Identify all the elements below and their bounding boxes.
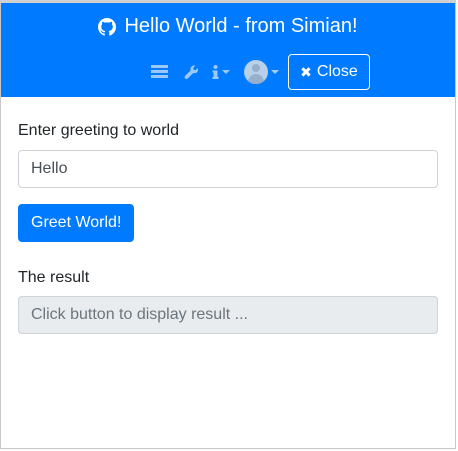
greeting-label: Enter greeting to world	[18, 122, 179, 139]
user-menu[interactable]	[242, 53, 280, 91]
close-label: Close	[316, 63, 358, 80]
list-icon[interactable]	[146, 53, 172, 91]
app-title: Hello World - from Simian!	[124, 15, 358, 37]
github-icon	[98, 17, 117, 36]
chevron-down-icon	[270, 70, 279, 74]
main-content: Enter greeting to world Greet World! The…	[18, 123, 438, 334]
close-button[interactable]: ✖ Close	[288, 54, 370, 90]
info-icon[interactable]	[208, 53, 234, 91]
greet-world-button[interactable]: Greet World!	[18, 204, 135, 242]
greeting-input[interactable]	[18, 150, 438, 188]
app-window: Hello World - from Simian! ✖ Close Enter…	[0, 0, 456, 449]
chevron-down-icon	[222, 70, 231, 74]
user-avatar-icon	[243, 60, 268, 84]
close-icon: ✖	[300, 63, 312, 80]
result-field	[18, 296, 438, 334]
header-toolbar: ✖ Close	[1, 53, 455, 91]
title-row: Hello World - from Simian!	[1, 15, 455, 38]
result-label: The result	[18, 269, 90, 286]
wrench-icon[interactable]	[178, 53, 204, 91]
app-header: Hello World - from Simian! ✖ Close	[1, 3, 455, 97]
